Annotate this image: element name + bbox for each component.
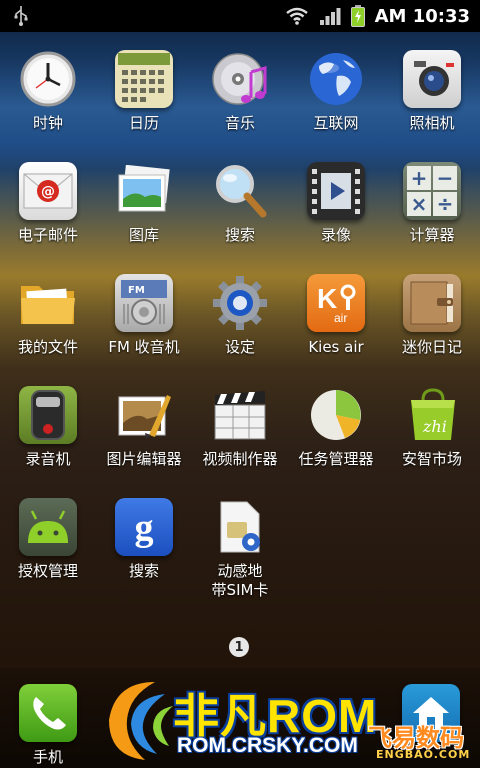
- app-label: Kies air: [308, 338, 364, 356]
- music-cd-icon: [211, 50, 269, 108]
- watermark-corner-url: ENGBAO.COM: [376, 748, 471, 761]
- pie-chart-icon: [307, 386, 365, 444]
- app-label: 互联网: [313, 114, 359, 132]
- app-fm-radio[interactable]: FM FM 收音机: [96, 268, 192, 380]
- folder-icon: [19, 274, 77, 332]
- app-sim-toolkit[interactable]: 动感地 带SIM卡: [192, 492, 288, 604]
- app-my-files[interactable]: 我的文件: [0, 268, 96, 380]
- watermark-url: ROM.CRSKY.COM: [177, 734, 358, 757]
- app-label: 录音机: [25, 450, 71, 468]
- page-indicator[interactable]: 1: [229, 637, 249, 657]
- app-task-manager[interactable]: 任务管理器: [288, 380, 384, 492]
- app-label: FM 收音机: [108, 338, 180, 356]
- watermark-corner: 飞易数码 ENGBAO.COM: [368, 718, 478, 768]
- app-label: 视频制作器: [202, 450, 278, 468]
- app-settings[interactable]: 设定: [192, 268, 288, 380]
- gallery-icon: [115, 162, 173, 220]
- app-gallery[interactable]: 图库: [96, 156, 192, 268]
- app-calendar[interactable]: 日历: [96, 44, 192, 156]
- app-label: 录像: [320, 226, 351, 244]
- watermark-swirl-icon: [109, 682, 173, 760]
- shopping-bag-icon: zhi: [403, 386, 461, 444]
- usb-icon: [14, 6, 28, 26]
- app-calculator[interactable]: + − × ÷ 计算器: [384, 156, 480, 268]
- app-music[interactable]: 音乐: [192, 44, 288, 156]
- diary-icon: [403, 274, 461, 332]
- svg-text:@: @: [41, 184, 55, 200]
- magnifier-icon: [211, 162, 269, 220]
- status-clock: AM 10:33: [374, 5, 470, 27]
- status-bar: AM 10:33: [0, 0, 480, 32]
- email-icon: @: [19, 162, 77, 220]
- app-label: 搜索: [128, 562, 159, 580]
- gear-icon: [211, 274, 269, 332]
- app-label: 音乐: [224, 114, 255, 132]
- calculator-icon: + − × ÷: [403, 162, 461, 220]
- app-label: 任务管理器: [298, 450, 374, 468]
- dock-phone[interactable]: 手机: [13, 678, 83, 767]
- svg-text:K: K: [317, 283, 337, 314]
- svg-text:÷: ÷: [437, 192, 454, 216]
- app-camera[interactable]: 照相机: [384, 44, 480, 156]
- calendar-icon: [115, 50, 173, 108]
- app-photo-editor[interactable]: 图片编辑器: [96, 380, 192, 492]
- photo-editor-icon: [115, 386, 173, 444]
- app-label: 搜索: [224, 226, 255, 244]
- app-kies-air[interactable]: K air Kies air: [288, 268, 384, 380]
- app-label: 设定: [224, 338, 255, 356]
- watermark-feifan-rom: 非凡ROM ROM.CRSKY.COM: [95, 672, 395, 768]
- app-label: 时钟: [32, 114, 63, 132]
- app-label: 计算器: [409, 226, 455, 244]
- svg-text:×: ×: [411, 192, 428, 216]
- app-superuser[interactable]: 授权管理: [0, 492, 96, 604]
- app-label: 图片编辑器: [106, 450, 182, 468]
- google-search-icon: g: [115, 498, 173, 556]
- svg-text:FM: FM: [128, 285, 145, 296]
- app-google-search[interactable]: g 搜索: [96, 492, 192, 604]
- clock-icon: [19, 50, 77, 108]
- app-email[interactable]: @ 电子邮件: [0, 156, 96, 268]
- app-label: 授权管理: [17, 562, 78, 580]
- app-grid: 时钟 日历 音乐 互联网 照相机 @ 电子邮件 图库 搜索 录像 + − × ÷…: [0, 44, 480, 604]
- sim-card-icon: [211, 498, 269, 556]
- globe-icon: [307, 50, 365, 108]
- app-label: 手机: [32, 748, 63, 766]
- android-superuser-icon: [19, 498, 77, 556]
- svg-text:g: g: [135, 507, 154, 549]
- video-film-icon: [307, 162, 365, 220]
- svg-text:−: −: [437, 166, 454, 190]
- svg-text:zhi: zhi: [422, 417, 447, 436]
- app-label: 动感地 带SIM卡: [211, 562, 269, 599]
- kies-air-icon: K air: [307, 274, 365, 332]
- signal-icon: [319, 8, 341, 25]
- app-clock[interactable]: 时钟: [0, 44, 96, 156]
- app-label: 我的文件: [17, 338, 78, 356]
- camera-icon: [403, 50, 461, 108]
- app-label: 图库: [128, 226, 159, 244]
- app-label: 照相机: [409, 114, 455, 132]
- app-anzhi-market[interactable]: zhi 安智市场: [384, 380, 480, 492]
- svg-text:+: +: [411, 166, 428, 190]
- radio-icon: FM: [115, 274, 173, 332]
- app-mini-diary[interactable]: 迷你日记: [384, 268, 480, 380]
- voice-recorder-icon: [19, 386, 77, 444]
- app-video-recorder[interactable]: 录像: [288, 156, 384, 268]
- app-label: 电子邮件: [17, 226, 78, 244]
- wifi-icon: [285, 7, 308, 25]
- battery-charging-icon: [350, 5, 365, 27]
- app-label: 安智市场: [401, 450, 462, 468]
- app-label: 迷你日记: [401, 338, 462, 356]
- phone-icon: [19, 684, 77, 742]
- app-internet[interactable]: 互联网: [288, 44, 384, 156]
- app-search[interactable]: 搜索: [192, 156, 288, 268]
- app-voice-recorder[interactable]: 录音机: [0, 380, 96, 492]
- svg-text:air: air: [334, 311, 347, 325]
- app-video-maker[interactable]: 视频制作器: [192, 380, 288, 492]
- clapperboard-icon: [211, 386, 269, 444]
- app-label: 日历: [128, 114, 159, 132]
